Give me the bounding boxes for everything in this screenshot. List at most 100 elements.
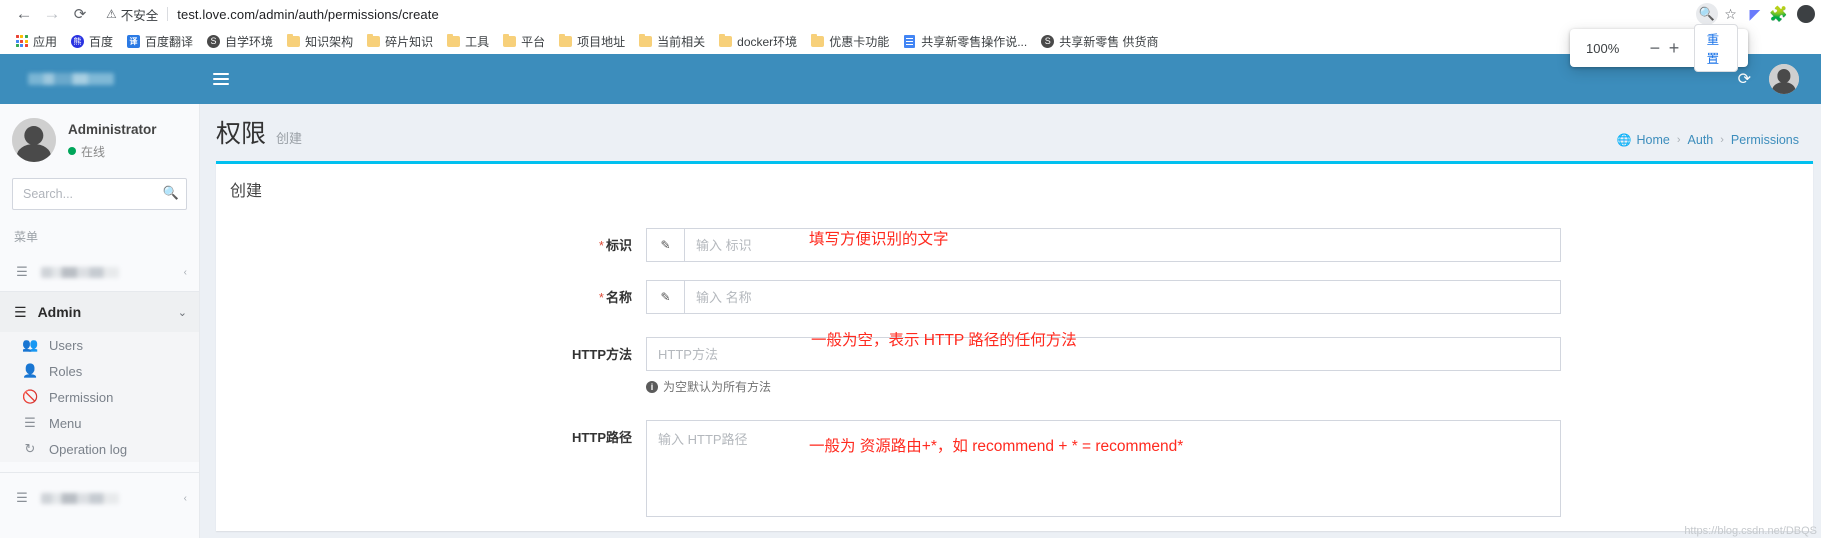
search-icon[interactable]: 🔍: [163, 185, 179, 201]
bookmark-self-study[interactable]: S 自学环境: [200, 31, 280, 52]
sidebar-user-status: 在线: [68, 143, 157, 160]
help-text: 为空默认为所有方法: [663, 380, 772, 394]
sidebar-item-admin[interactable]: ☰ Admin ⌄: [0, 292, 199, 332]
zoom-reset-button[interactable]: 重置: [1693, 24, 1738, 72]
breadcrumb-home[interactable]: 🌐 Home: [1617, 133, 1670, 147]
omnibox-actions: 🔍 ☆: [1695, 3, 1742, 25]
sidebar-item-permission[interactable]: 🚫 Permission: [0, 384, 199, 410]
url-text: test.love.com/admin/auth/permissions/cre…: [177, 6, 439, 22]
bookmark-fragment-knowledge[interactable]: 碎片知识: [360, 31, 440, 52]
zoom-magnifier-icon[interactable]: 🔍: [1695, 3, 1718, 25]
security-warning[interactable]: ⚠ 不安全: [106, 5, 158, 24]
bars-icon: ☰: [24, 415, 36, 430]
sidebar-item-roles[interactable]: 👤 Roles: [0, 358, 199, 384]
sidebar-item-hidden-top[interactable]: ☰ ‹: [0, 253, 199, 291]
browser-chrome: ← → ⟳ ⚠ 不安全 test.love.com/admin/auth/per…: [0, 0, 1821, 72]
avatar: [12, 118, 56, 162]
sidebar-item-label: Users: [49, 337, 83, 353]
form-label-text: HTTP方法: [572, 347, 632, 362]
zoom-in-button[interactable]: +: [1664, 35, 1683, 61]
reload-icon[interactable]: ⟳: [66, 0, 94, 28]
forward-arrow-icon[interactable]: →: [38, 0, 66, 28]
search-input[interactable]: [12, 178, 187, 210]
sidebar-item-menu[interactable]: ☰ Menu: [0, 410, 199, 436]
zoom-percent-label: 100%: [1586, 40, 1620, 56]
profile-avatar-icon[interactable]: [1797, 5, 1815, 23]
chevron-left-icon: ‹: [183, 266, 187, 278]
omnibox-divider: [167, 7, 169, 21]
address-bar[interactable]: ⚠ 不安全 test.love.com/admin/auth/permissio…: [100, 3, 1742, 25]
chevron-left-icon: ‹: [183, 492, 187, 504]
bookmark-retail-manual[interactable]: 共享新零售操作说...: [896, 31, 1034, 52]
sidebar-submenu: 👥 Users 👤 Roles 🚫 Permission ☰ Menu ↻ Op…: [0, 332, 199, 462]
sidebar-item-label: Menu: [49, 415, 82, 431]
sidebar-item-operation-log[interactable]: ↻ Operation log: [0, 436, 199, 462]
bookmark-label: docker环境: [737, 34, 798, 49]
server-icon: ☰: [14, 303, 27, 320]
bookmark-retail-supplier[interactable]: S 共享新零售 供货商: [1034, 31, 1165, 52]
sidebar-user-name: Administrator: [68, 121, 157, 137]
user-avatar[interactable]: [1769, 64, 1799, 94]
form-label-slug: * 标识: [216, 228, 646, 254]
bookmark-baidu-translate[interactable]: 译 百度翻译: [120, 31, 200, 52]
app-topbar: ⟳: [0, 54, 1821, 104]
pencil-icon: ✎: [646, 228, 684, 262]
star-icon[interactable]: ☆: [1720, 3, 1742, 25]
extensions-puzzle-icon[interactable]: 🧩: [1769, 5, 1788, 23]
bookmark-coupon-feature[interactable]: 优惠卡功能: [804, 31, 896, 52]
document-icon: [903, 34, 916, 48]
bookmark-tools[interactable]: 工具: [440, 31, 496, 52]
sidebar-item-label: Permission: [49, 389, 114, 405]
bookmark-platform[interactable]: 平台: [496, 31, 552, 52]
bookmark-label: 平台: [521, 34, 546, 49]
bookmark-project-address[interactable]: 项目地址: [552, 31, 632, 52]
bookmarks-bar: 应用 熊 百度 译 百度翻译 S 自学环境 知识架构 碎片知识 工具 平台 项目…: [0, 28, 1821, 54]
annotation-http-path: 一般为 资源路由+*，如 recommend + * = recommend*: [809, 438, 1184, 455]
breadcrumb-label: Home: [1636, 133, 1670, 147]
breadcrumb-permissions[interactable]: Permissions: [1731, 133, 1799, 147]
warning-triangle-icon: ⚠: [106, 7, 117, 21]
annotation-http-method: 一般为空，表示 HTTP 路径的任何方法: [811, 332, 1077, 349]
extension-blue-icon[interactable]: ◤: [1750, 6, 1761, 23]
bookmark-baidu[interactable]: 熊 百度: [64, 31, 120, 52]
bookmark-knowledge-arch[interactable]: 知识架构: [280, 31, 360, 52]
sidebar-item-label: Roles: [49, 363, 83, 379]
admin-application: ⟳ Administrator 在线 🔍 菜单: [0, 54, 1821, 538]
sidebar-search: 🔍: [12, 178, 187, 210]
bookmark-label: 百度翻译: [145, 34, 194, 49]
http-method-help: i 为空默认为所有方法: [646, 371, 1561, 395]
http-method-input[interactable]: [646, 337, 1561, 371]
folder-icon: [367, 33, 381, 48]
browser-nav-bar: ← → ⟳ ⚠ 不安全 test.love.com/admin/auth/per…: [0, 0, 1821, 28]
form-label-text: 标识: [605, 238, 632, 253]
folder-icon: [287, 33, 301, 48]
apps-grid-icon: [15, 35, 28, 48]
baidu-icon: 熊: [71, 34, 85, 48]
required-asterisk: *: [598, 290, 604, 305]
app-logo-text: [28, 73, 114, 85]
bookmark-label: 项目地址: [577, 34, 626, 49]
sidebar-item-hidden-bottom[interactable]: ☰ ‹: [0, 479, 199, 517]
bookmark-label: 当前相关: [657, 34, 706, 49]
bars-icon: ☰: [16, 264, 28, 279]
folder-icon: [559, 33, 573, 48]
back-arrow-icon[interactable]: ←: [10, 0, 38, 28]
ban-icon: 🚫: [22, 389, 39, 404]
sidebar-item-users[interactable]: 👥 Users: [0, 332, 199, 358]
sidebar-user-panel[interactable]: Administrator 在线: [0, 104, 199, 174]
app-logo[interactable]: [0, 54, 200, 104]
topbar-actions: ⟳: [1738, 64, 1821, 94]
zoom-out-button[interactable]: −: [1645, 35, 1664, 61]
name-input[interactable]: [684, 280, 1561, 314]
content-area: 权限 创建 🌐 Home › Auth › Permissions 创建 * 标…: [200, 104, 1821, 538]
refresh-sync-icon[interactable]: ⟳: [1738, 69, 1751, 89]
breadcrumb-auth[interactable]: Auth: [1688, 133, 1714, 147]
sidebar-toggle-button[interactable]: [200, 54, 242, 104]
annotation-identify-text: 填写方便识别的文字: [809, 231, 949, 248]
bookmark-current-related[interactable]: 当前相关: [632, 31, 712, 52]
form-body: *标识 ✎ *名称: [216, 213, 1813, 531]
bookmark-apps[interactable]: 应用: [8, 31, 64, 52]
bookmark-docker-env[interactable]: docker环境: [712, 31, 804, 52]
bookmark-label: 碎片知识: [385, 34, 434, 49]
page-title: 权限: [216, 120, 267, 148]
